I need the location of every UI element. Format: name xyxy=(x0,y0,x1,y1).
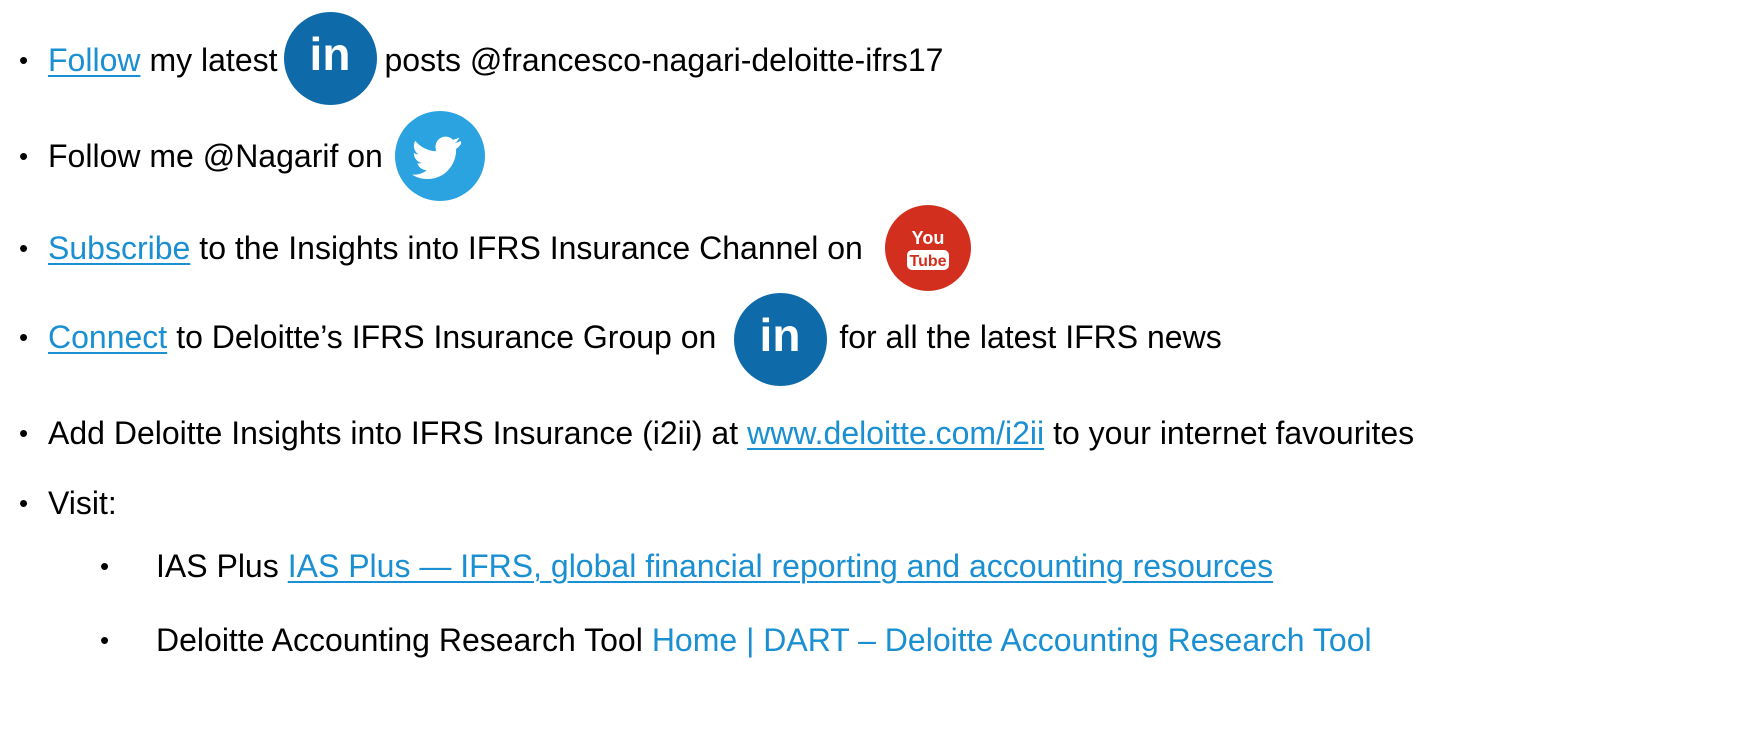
follow-row-content: Follow my latest in posts @francesco-nag… xyxy=(48,11,944,105)
linkedin-icon[interactable]: in xyxy=(283,11,377,105)
add-row-content: Add Deloitte Insights into IFRS Insuranc… xyxy=(48,405,1414,461)
svg-text:You: You xyxy=(911,228,944,248)
connect-text-after: for all the latest IFRS news xyxy=(839,318,1222,355)
twitter-text: Follow me @Nagarif on xyxy=(48,137,383,174)
twitter-row-content: Follow me @Nagarif on xyxy=(48,111,485,201)
connect-link[interactable]: Connect xyxy=(48,319,167,356)
bullet: • xyxy=(19,140,29,171)
subscribe-row-content: Subscribe to the Insights into IFRS Insu… xyxy=(48,205,971,291)
sub-bullet: • xyxy=(100,550,110,581)
twitter-icon[interactable] xyxy=(394,111,485,201)
connect-row-content: Connect to Deloitte’s IFRS Insurance Gro… xyxy=(48,292,1222,386)
add-text-before: Add Deloitte Insights into IFRS Insuranc… xyxy=(48,414,739,451)
dart-link[interactable]: Home | DART – Deloitte Accounting Resear… xyxy=(652,622,1372,659)
visit-label: Visit: xyxy=(48,484,117,521)
svg-text:in: in xyxy=(309,28,350,80)
i2ii-link[interactable]: www.deloitte.com/i2ii xyxy=(747,415,1044,452)
visit-item-label: Deloitte Accounting Research Tool xyxy=(156,621,643,658)
follow-text-before: my latest xyxy=(149,41,278,78)
visit-item-content: IAS Plus IAS Plus — IFRS, global financi… xyxy=(156,538,1273,594)
bullet: • xyxy=(19,487,29,518)
bullet: • xyxy=(19,44,29,75)
bullet: • xyxy=(19,232,29,263)
ias-plus-link[interactable]: IAS Plus — IFRS, global financial report… xyxy=(288,548,1273,585)
linkedin-icon[interactable]: in xyxy=(734,292,828,386)
connect-text-before: to Deloitte’s IFRS Insurance Group on xyxy=(176,318,717,355)
follow-link[interactable]: Follow xyxy=(48,42,140,79)
visit-item-content: Deloitte Accounting Research Tool Home |… xyxy=(156,612,1372,668)
visit-item-label: IAS Plus xyxy=(156,547,279,584)
svg-text:Tube: Tube xyxy=(909,253,946,270)
bullet: • xyxy=(19,321,29,352)
bullet: • xyxy=(19,417,29,448)
add-text-after: to your internet favourites xyxy=(1053,414,1415,451)
svg-text:in: in xyxy=(760,309,801,361)
subscribe-link[interactable]: Subscribe xyxy=(48,230,190,267)
follow-text-after: posts @francesco-nagari-deloitte-ifrs17 xyxy=(384,41,944,78)
youtube-icon[interactable]: You Tube xyxy=(884,205,971,291)
subscribe-text: to the Insights into IFRS Insurance Chan… xyxy=(199,229,863,266)
sub-bullet: • xyxy=(100,624,110,655)
